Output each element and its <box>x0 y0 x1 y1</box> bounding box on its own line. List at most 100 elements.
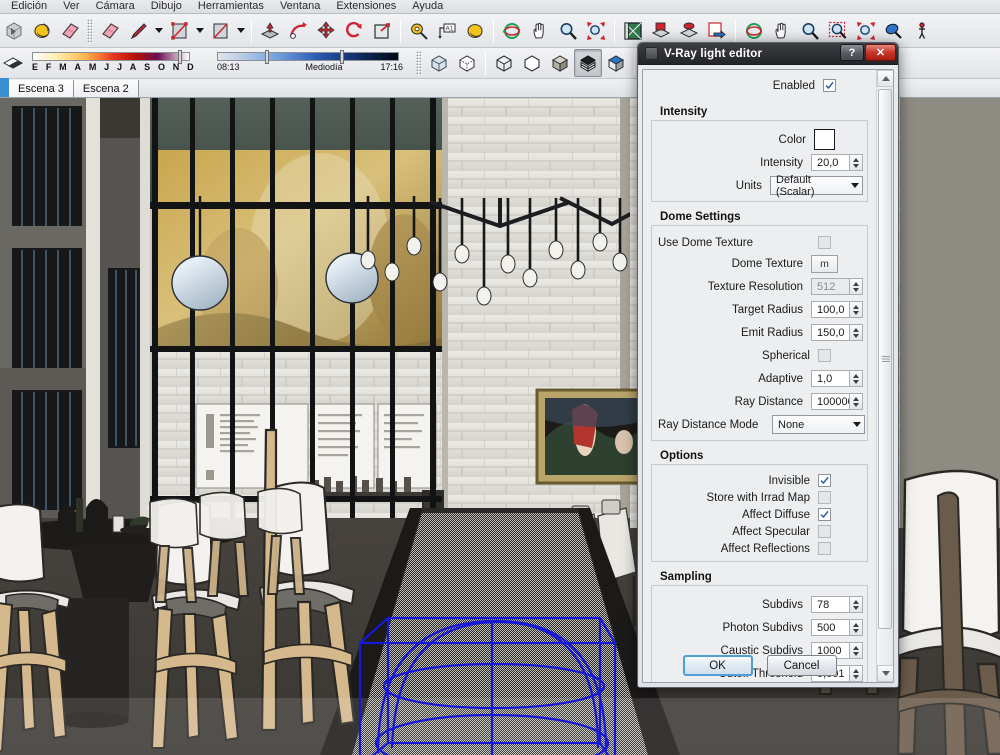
scale-tool-button[interactable] <box>368 17 396 45</box>
arc-tool-button[interactable] <box>165 17 193 45</box>
texture-resolution-field[interactable]: 512 <box>811 278 863 295</box>
section-plane-tool-button[interactable] <box>619 17 647 45</box>
vray-light-editor-dialog[interactable]: V-Ray light editor ? ✕ Enabled Intensity <box>637 42 899 688</box>
enabled-checkbox[interactable] <box>823 79 836 92</box>
paint-bucket-tool-button[interactable] <box>28 17 56 45</box>
style-wireframe-button[interactable] <box>490 49 518 77</box>
menu-item-herramientas[interactable]: Herramientas <box>191 0 271 13</box>
zoom-extents-tool-2-button[interactable] <box>852 17 880 45</box>
pan-tool-2-button[interactable] <box>768 17 796 45</box>
zoom-window-tool-button[interactable] <box>824 17 852 45</box>
eraser-tool-button[interactable] <box>56 17 84 45</box>
cancel-button[interactable]: Cancel <box>766 655 837 676</box>
photon-subdivs-field[interactable]: 500 <box>811 619 863 636</box>
scene-tab-escena-2[interactable]: Escena 2 <box>73 80 139 97</box>
line-tool-dropdown-chevron-down-icon[interactable] <box>152 17 165 45</box>
use-dome-texture-checkbox[interactable] <box>818 236 831 249</box>
subdivs-field[interactable]: 78 <box>811 596 863 613</box>
arc-tool-dropdown-chevron-down-icon[interactable] <box>193 17 206 45</box>
units-select[interactable]: Default (Scalar) <box>770 174 863 198</box>
menu-item-ver[interactable]: Ver <box>56 0 87 13</box>
scene-prev-tool-button[interactable] <box>647 17 675 45</box>
scene-next-tool-button[interactable] <box>675 17 703 45</box>
ray-distance-field[interactable]: 100000 <box>811 393 863 410</box>
menu-item-extensiones[interactable]: Extensiones <box>329 0 403 13</box>
ray-distance-spinner[interactable] <box>849 393 863 410</box>
shadow-date-track[interactable] <box>32 52 190 61</box>
shadow-date-slider[interactable]: E F M A M J J A S O N D <box>32 50 207 76</box>
subdivs-value[interactable]: 78 <box>811 596 849 613</box>
intensity-spinner[interactable] <box>849 154 863 171</box>
style-back-edges-button[interactable] <box>453 49 481 77</box>
chevron-down-icon[interactable] <box>849 422 864 427</box>
materials-tool-button[interactable] <box>461 17 489 45</box>
export-image-tool-button[interactable] <box>703 17 731 45</box>
adaptive-field[interactable]: 1,0 <box>811 370 863 387</box>
scroll-down-arrow-icon[interactable] <box>877 665 893 682</box>
chevron-down-icon[interactable] <box>847 183 862 188</box>
affect-diffuse-checkbox[interactable] <box>818 508 831 521</box>
follow-me-tool-button[interactable] <box>284 17 312 45</box>
invisible-checkbox[interactable] <box>818 474 831 487</box>
style-textured-button[interactable] <box>574 49 602 77</box>
scrollbar-thumb[interactable] <box>878 89 892 629</box>
affect-specular-checkbox[interactable] <box>818 525 831 538</box>
intensity-value[interactable]: 20,0 <box>811 154 849 171</box>
style-monochrome-button[interactable] <box>602 49 630 77</box>
scene-tab-escena-3[interactable]: Escena 3 <box>9 80 74 97</box>
target-radius-value[interactable]: 100,0 <box>811 301 849 318</box>
orbit-tool-2-button[interactable] <box>740 17 768 45</box>
zoom-tool-2-button[interactable] <box>796 17 824 45</box>
move-tool-button[interactable] <box>312 17 340 45</box>
texture-resolution-spinner[interactable] <box>849 278 863 295</box>
adaptive-value[interactable]: 1,0 <box>811 370 849 387</box>
intensity-field[interactable]: 20,0 <box>811 154 863 171</box>
adaptive-spinner[interactable] <box>849 370 863 387</box>
rectangle-tool-button[interactable] <box>206 17 234 45</box>
subdivs-spinner[interactable] <box>849 596 863 613</box>
ray-distance-mode-select[interactable]: None <box>772 415 865 434</box>
ok-button[interactable]: OK <box>682 655 753 676</box>
shadow-settings-toggle-button[interactable] <box>0 49 28 77</box>
zoom-tool-button[interactable] <box>554 17 582 45</box>
texture-resolution-value[interactable]: 512 <box>811 278 849 295</box>
rectangle-tool-dropdown-chevron-down-icon[interactable] <box>234 17 247 45</box>
photon-subdivs-value[interactable]: 500 <box>811 619 849 636</box>
toolbar-grip[interactable] <box>87 18 93 43</box>
position-camera-tool-button[interactable] <box>880 17 908 45</box>
pan-tool-button[interactable] <box>526 17 554 45</box>
menu-item-ayuda[interactable]: Ayuda <box>405 0 450 13</box>
target-radius-field[interactable]: 100,0 <box>811 301 863 318</box>
text-tool-button[interactable]: A1 <box>433 17 461 45</box>
emit-radius-value[interactable]: 150,0 <box>811 324 849 341</box>
orbit-tool-button[interactable] <box>498 17 526 45</box>
menu-item-dibujo[interactable]: Dibujo <box>144 0 189 13</box>
target-radius-spinner[interactable] <box>849 301 863 318</box>
close-icon[interactable]: ✕ <box>865 44 896 61</box>
scroll-up-arrow-icon[interactable] <box>877 70 893 87</box>
dialog-title-bar[interactable]: V-Ray light editor ? ✕ <box>638 43 898 65</box>
color-swatch[interactable] <box>814 129 835 150</box>
style-xray-button[interactable] <box>425 49 453 77</box>
dome-texture-map-button[interactable]: m <box>811 254 838 273</box>
toolbar-grip[interactable] <box>416 51 422 75</box>
affect-reflections-checkbox[interactable] <box>818 542 831 555</box>
rotate-tool-button[interactable] <box>340 17 368 45</box>
spherical-checkbox[interactable] <box>818 349 831 362</box>
walk-tool-button[interactable] <box>908 17 936 45</box>
tape-measure-tool-button[interactable] <box>405 17 433 45</box>
ray-distance-value[interactable]: 100000 <box>811 393 854 410</box>
zoom-extents-tool-button[interactable] <box>582 17 610 45</box>
shadow-time-slider[interactable]: 08:13 Mediodía 17:16 <box>217 50 407 76</box>
shadow-time-track[interactable] <box>217 52 399 61</box>
dialog-vertical-scrollbar[interactable] <box>876 70 893 682</box>
emit-radius-spinner[interactable] <box>849 324 863 341</box>
eraser-tool-2-button[interactable] <box>96 17 124 45</box>
select-tool-button[interactable] <box>0 17 28 45</box>
line-tool-button[interactable] <box>124 17 152 45</box>
style-hidden-line-button[interactable] <box>518 49 546 77</box>
style-shaded-button[interactable] <box>546 49 574 77</box>
push-pull-tool-button[interactable] <box>256 17 284 45</box>
menu-item-ventana[interactable]: Ventana <box>273 0 327 13</box>
store-with-irrad-map-checkbox[interactable] <box>818 491 831 504</box>
